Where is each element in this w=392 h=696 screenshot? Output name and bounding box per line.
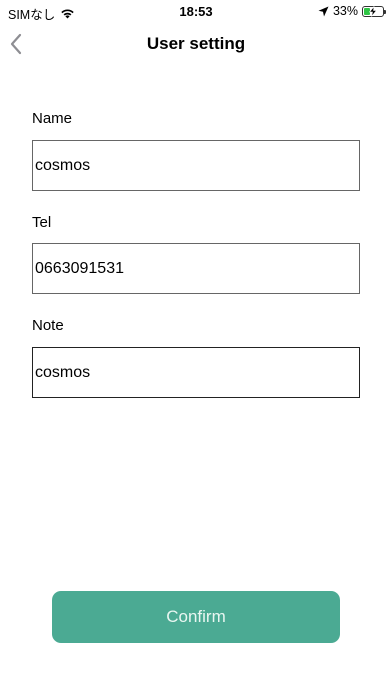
note-label: Note xyxy=(32,317,64,334)
note-input[interactable] xyxy=(32,347,360,398)
bolt-icon xyxy=(368,5,378,17)
tel-input[interactable] xyxy=(32,243,360,294)
page-title: User setting xyxy=(146,34,246,53)
battery-cap xyxy=(384,9,386,14)
navigation-bar: User setting xyxy=(0,24,392,64)
tel-label: Tel xyxy=(32,214,52,231)
name-input[interactable] xyxy=(32,140,360,191)
name-label: Name xyxy=(32,110,73,127)
battery-percent: 33% xyxy=(332,4,358,18)
battery-charging-icon xyxy=(362,5,386,17)
status-right-group: 33% xyxy=(318,4,386,18)
location-arrow-icon xyxy=(318,6,329,16)
confirm-button[interactable]: Confirm xyxy=(52,591,340,643)
status-bar: SIMなし 18:53 33% xyxy=(0,0,392,24)
